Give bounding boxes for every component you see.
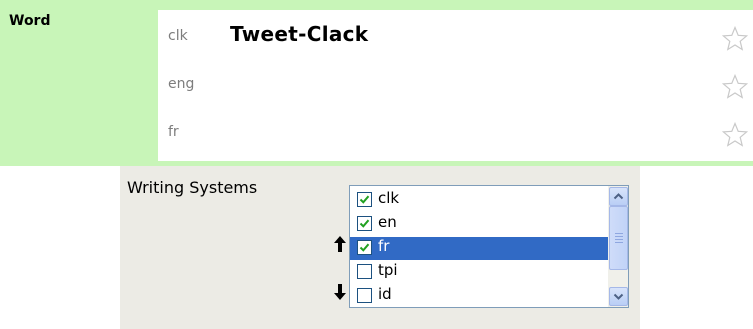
word-field-panel: Word clk Tweet-Clack eng fr (0, 0, 753, 166)
checkbox[interactable] (357, 264, 372, 279)
word-field-box: clk Tweet-Clack eng fr (158, 10, 753, 161)
thumb-grip (615, 242, 623, 243)
scroll-down-button[interactable] (609, 287, 628, 306)
word-row-clk: clk Tweet-Clack (158, 22, 753, 68)
star-icon[interactable] (722, 74, 748, 100)
scroll-up-button[interactable] (609, 187, 628, 206)
list-item-label: tpi (378, 261, 398, 279)
list-item-label: en (378, 213, 397, 231)
checkbox[interactable] (357, 216, 372, 231)
checkmark-icon (359, 195, 370, 204)
scroll-thumb[interactable] (609, 206, 628, 270)
word-row-fr: fr (158, 122, 753, 164)
chevron-up-icon (613, 193, 624, 200)
writing-system-code: fr (168, 124, 179, 140)
checkbox[interactable] (357, 240, 372, 255)
word-field-label: Word (9, 13, 51, 29)
writing-system-code: eng (168, 76, 195, 92)
list-item[interactable]: clk (350, 189, 608, 212)
word-value-input[interactable]: Tweet-Clack (230, 22, 368, 46)
list-item-label: clk (378, 189, 400, 207)
checkmark-icon (359, 219, 370, 228)
writing-systems-list[interactable]: clk en fr tpi id (349, 185, 629, 308)
star-icon[interactable] (722, 26, 748, 52)
word-row-eng: eng (158, 74, 753, 116)
list-item-selected[interactable]: fr (350, 237, 608, 260)
checkmark-icon (359, 243, 370, 252)
writing-systems-label: Writing Systems (127, 178, 258, 197)
up-arrow-icon[interactable] (334, 236, 346, 252)
writing-systems-panel: Writing Systems clk en fr tpi id (120, 166, 640, 329)
list-item[interactable]: id (350, 285, 608, 307)
checkbox[interactable] (357, 192, 372, 207)
list-item[interactable]: tpi (350, 261, 608, 284)
list-item-label: id (378, 285, 392, 303)
thumb-grip (615, 239, 623, 240)
writing-system-code: clk (168, 28, 188, 44)
thumb-grip (615, 236, 623, 237)
list-item-label: fr (378, 237, 390, 255)
star-icon[interactable] (722, 122, 748, 148)
vertical-scrollbar[interactable] (608, 186, 628, 307)
chevron-down-icon (613, 293, 624, 300)
checkbox[interactable] (357, 288, 372, 303)
thumb-grip (615, 233, 623, 234)
list-item[interactable]: en (350, 213, 608, 236)
down-arrow-icon[interactable] (334, 284, 346, 300)
